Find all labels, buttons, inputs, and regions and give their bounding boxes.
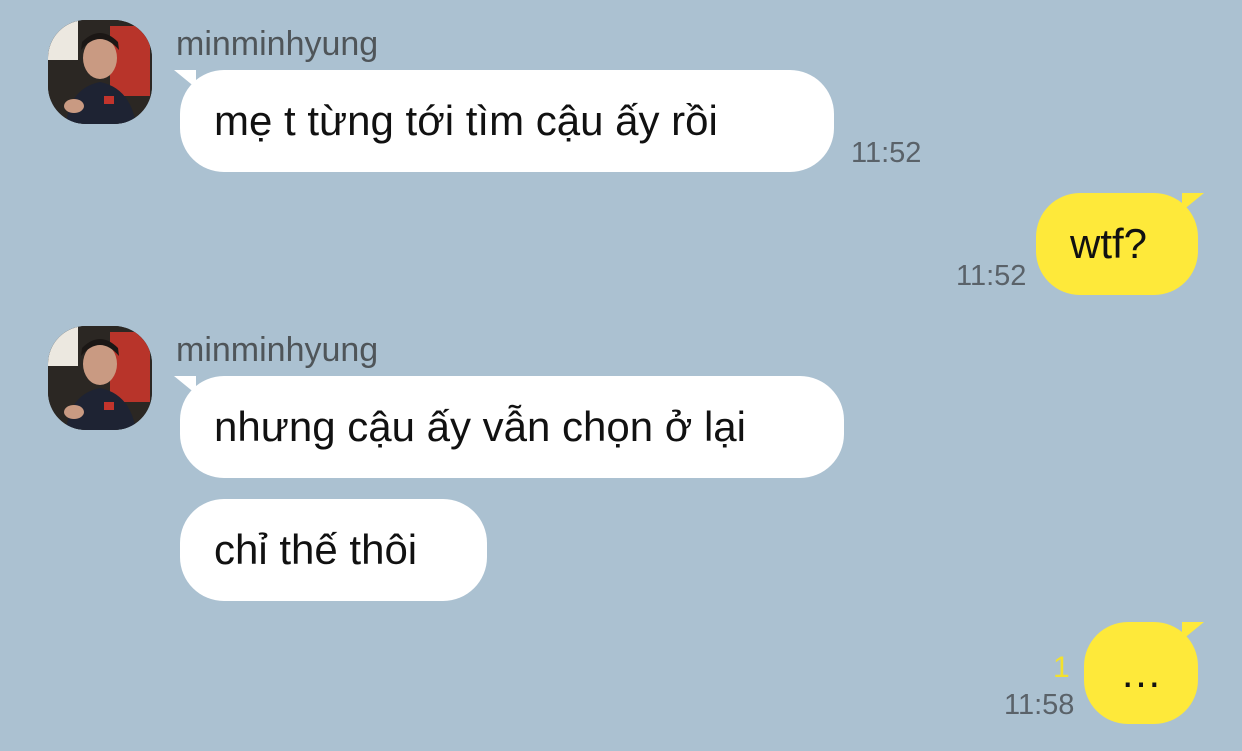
- profile-photo-icon: [48, 326, 152, 430]
- bubble-tail: [1182, 193, 1204, 211]
- outgoing-message[interactable]: …: [1084, 622, 1198, 724]
- bubble-tail: [1182, 622, 1204, 640]
- message-time: 11:52: [956, 260, 1027, 292]
- sender-name: minminhyung: [176, 331, 379, 369]
- avatar[interactable]: [48, 326, 152, 430]
- incoming-message[interactable]: nhưng cậu ấy vẫn chọn ở lại: [180, 376, 844, 478]
- profile-photo-icon: [48, 20, 152, 124]
- incoming-message[interactable]: mẹ t từng tới tìm cậu ấy rồi: [180, 70, 834, 172]
- outgoing-message[interactable]: wtf?: [1036, 193, 1198, 295]
- avatar[interactable]: [48, 20, 152, 124]
- message-time: 11:52: [851, 137, 922, 169]
- unread-count: 1: [1053, 651, 1070, 684]
- incoming-message[interactable]: chỉ thế thôi: [180, 499, 487, 601]
- message-time: 11:58: [1004, 689, 1075, 721]
- sender-name: minminhyung: [176, 25, 379, 63]
